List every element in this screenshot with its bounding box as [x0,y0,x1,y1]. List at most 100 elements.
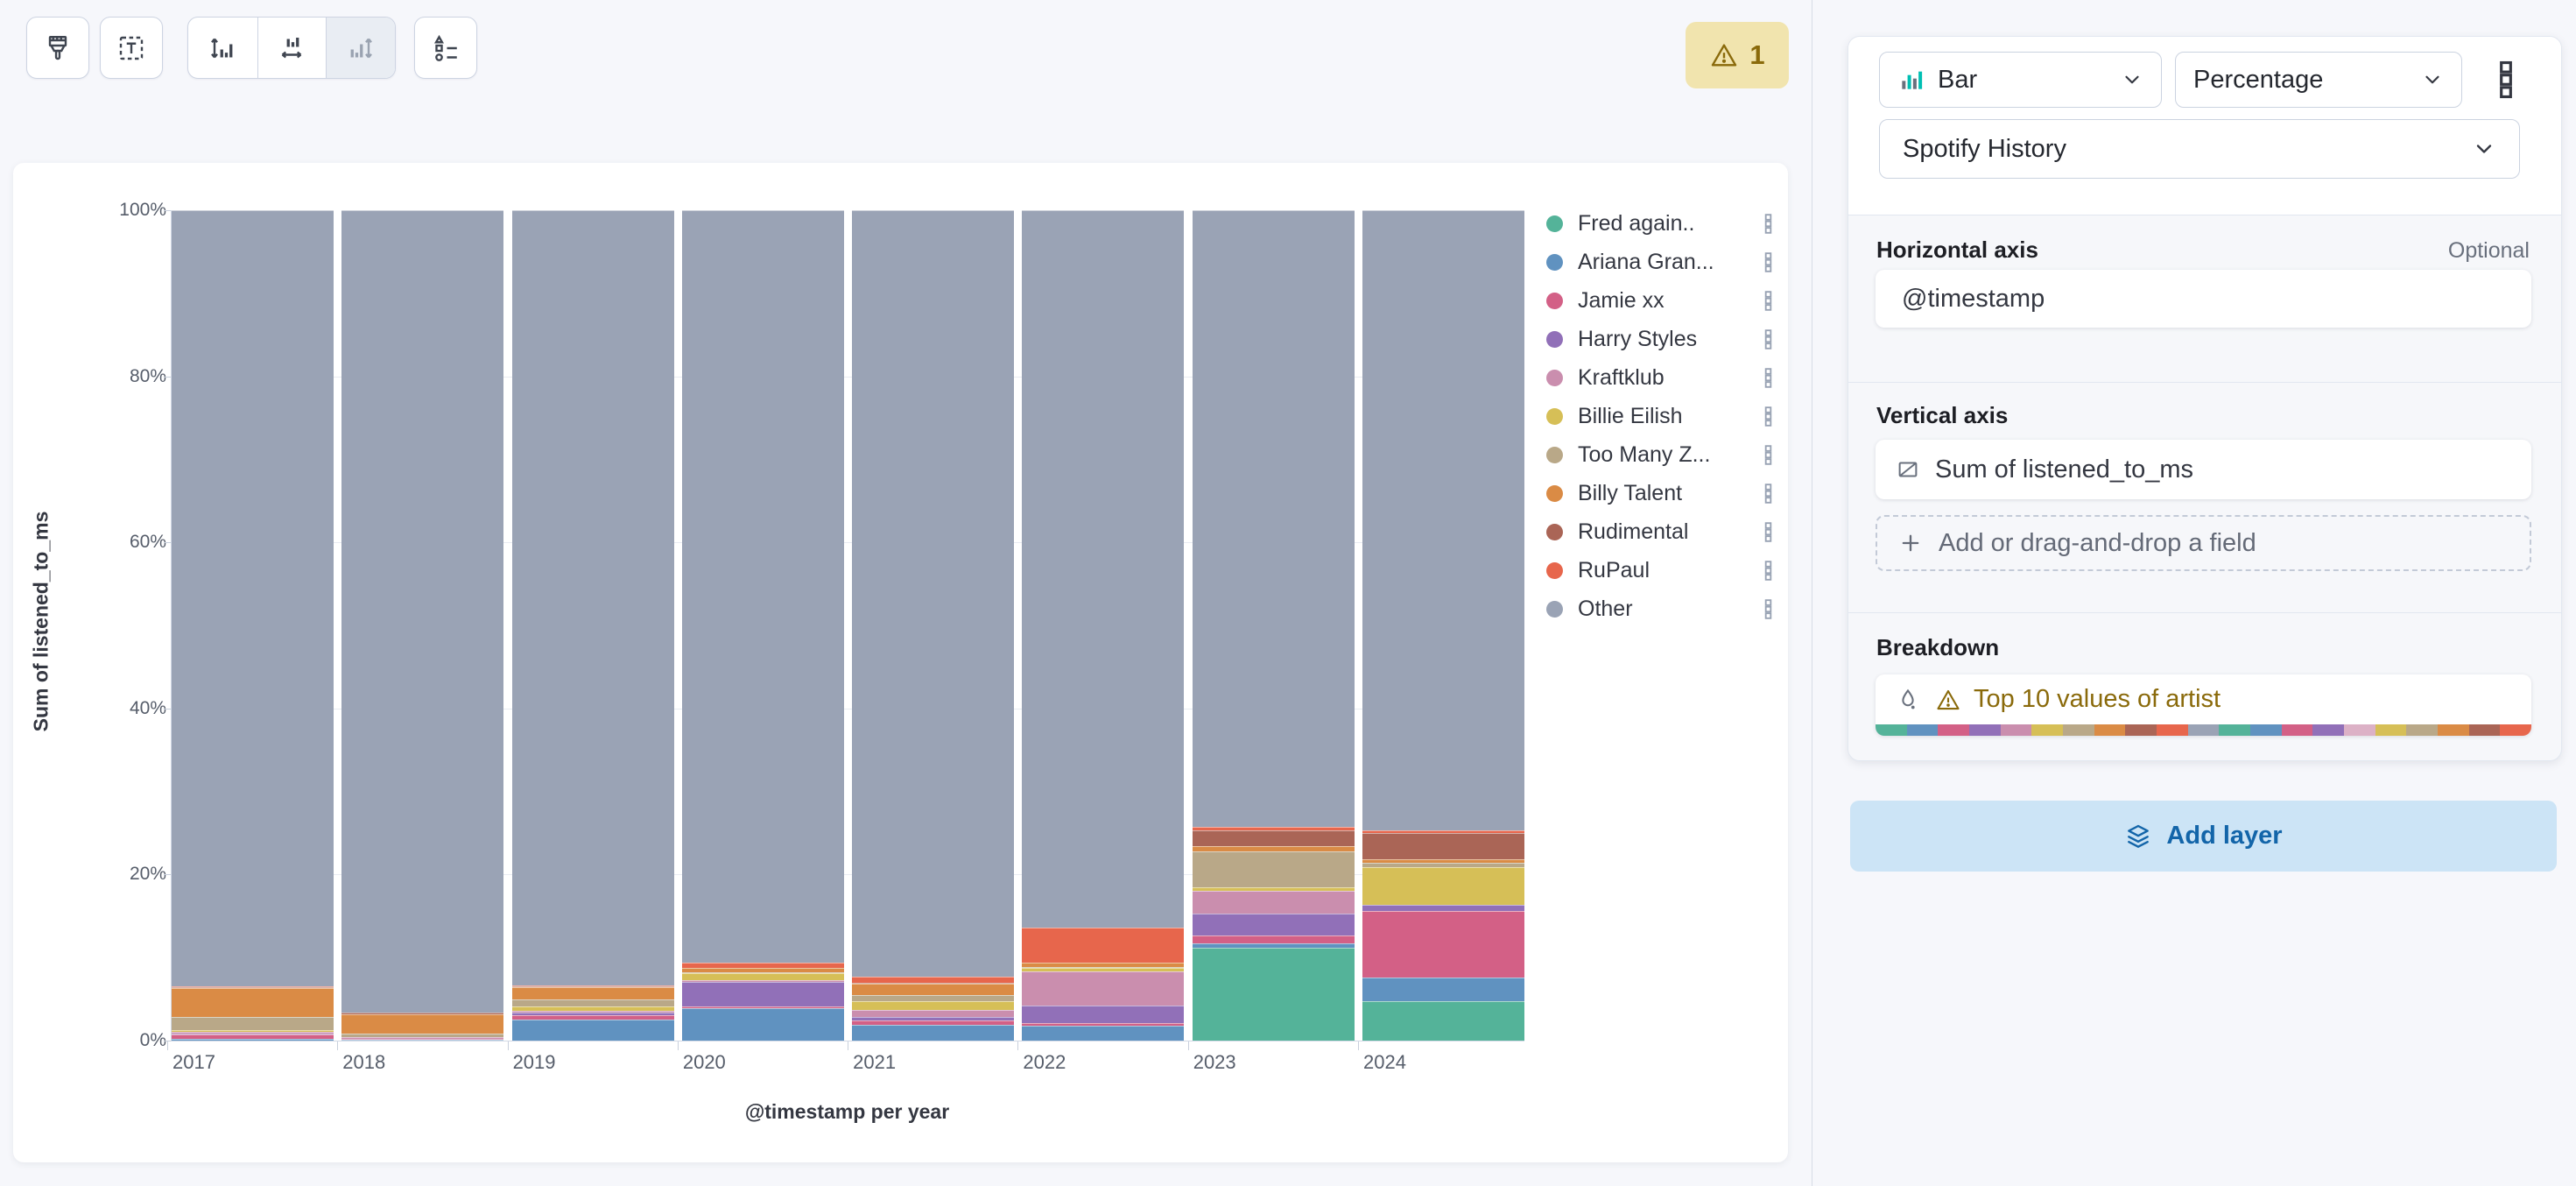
data-view-selector[interactable]: Spotify History [1879,119,2520,179]
legend-item-label: Other [1578,597,1762,622]
bar-segment-rudimental[interactable] [1362,833,1524,859]
bar-segment-rudimental[interactable] [1193,830,1355,846]
legend-item-actions-button[interactable] [1762,328,1775,351]
legend-item-fred-again-[interactable]: Fred again.. [1541,204,1782,243]
palette-strip-color [2469,724,2501,736]
bar-segment-fred-again-[interactable] [1193,948,1355,1041]
legend-item-actions-button[interactable] [1762,520,1775,544]
legend-color-dot [1546,215,1563,232]
bar-segment-billy-talent[interactable] [172,988,334,1017]
legend-item-actions-button[interactable] [1762,405,1775,428]
bar-segment-kraftklub[interactable] [1022,971,1184,1006]
legend-item-actions-button[interactable] [1762,597,1775,621]
boxes-vertical-icon [1762,405,1775,428]
bar-segment-harry-styles[interactable] [1362,905,1524,912]
bar-segment-other[interactable] [1022,210,1184,928]
bar-segment-other[interactable] [852,210,1014,977]
bar-segment-other[interactable] [1193,210,1355,827]
y-tick-mark [164,210,171,211]
bar-segment-too-many-z-[interactable] [512,999,674,1007]
y-axis-title: Sum of listened_to_ms [30,420,53,823]
layers-icon [2124,822,2152,851]
add-layer-button[interactable]: Add layer [1850,801,2557,872]
legend-item-other[interactable]: Other [1541,589,1782,628]
bar-segment-ariana-gran-[interactable] [1362,978,1524,1001]
bar-segment-harry-styles[interactable] [682,982,844,1006]
bar-segment-other[interactable] [512,210,674,985]
palette-strip-color [2063,724,2094,736]
bar-segment-billie-eilish[interactable] [852,1001,1014,1009]
bar-segment-harry-styles[interactable] [1022,1006,1184,1023]
bar-segment-ariana-gran-[interactable] [341,1040,503,1041]
legend-color-dot [1546,293,1563,309]
bar-segment-jamie-xx[interactable] [1362,911,1524,978]
bar-segment-ariana-gran-[interactable] [1022,1026,1184,1041]
bar-segment-kraftklub[interactable] [852,1010,1014,1018]
bar-segment-other[interactable] [172,210,334,986]
left-axis-icon [207,32,238,64]
bar-segment-ariana-gran-[interactable] [852,1025,1014,1041]
x-tick-label: 2024 [1363,1051,1406,1074]
stack-mode-selector[interactable]: Percentage [2175,52,2462,108]
horizontal-axis-dimension[interactable]: @timestamp [1876,270,2531,328]
legend-item-actions-button[interactable] [1762,289,1775,313]
bar-segment-other[interactable] [341,210,503,1013]
legend-item-too-many-z-[interactable]: Too Many Z... [1541,435,1782,474]
bar-segment-billie-eilish[interactable] [1362,867,1524,905]
bar-segment-billy-talent[interactable] [512,987,674,999]
bar-segment-ariana-gran-[interactable] [172,1039,334,1041]
bar-segment-ariana-gran-[interactable] [512,1020,674,1041]
legend-item-label: Billie Eilish [1578,404,1762,429]
bar-segment-rupaul[interactable] [852,977,1014,983]
vertical-axis-dimension[interactable]: Sum of listened_to_ms [1876,440,2531,499]
labels-button[interactable] [100,17,163,79]
bar-segment-other[interactable] [682,210,844,963]
vertical-axis-field: Sum of listened_to_ms [1935,455,2193,484]
legend-item-actions-button[interactable] [1762,559,1775,582]
legend-item-actions-button[interactable] [1762,443,1775,467]
legend-item-actions-button[interactable] [1762,482,1775,505]
palette-strip-color [2001,724,2032,736]
horizontal-axis-heading: Horizontal axis [1876,236,2038,264]
layer-actions-button[interactable] [2493,60,2519,104]
y-tick-label: 80% [96,366,166,387]
legend-item-rudimental[interactable]: Rudimental [1541,512,1782,551]
legend-item-rupaul[interactable]: RuPaul [1541,551,1782,589]
legend-item-harry-styles[interactable]: Harry Styles [1541,320,1782,358]
bottom-axis-button[interactable] [257,18,327,78]
legend-item-ariana-gran-[interactable]: Ariana Gran... [1541,243,1782,281]
bar-segment-kraftklub[interactable] [1193,891,1355,914]
bar-segment-billy-talent[interactable] [852,984,1014,995]
visual-options-button[interactable] [26,17,89,79]
legend-item-label: Too Many Z... [1578,442,1762,468]
legend-item-billie-eilish[interactable]: Billie Eilish [1541,397,1782,435]
legend-item-actions-button[interactable] [1762,366,1775,390]
legend-item-actions-button[interactable] [1762,212,1775,236]
add-field-drop-target[interactable]: Add or drag-and-drop a field [1876,515,2531,571]
legend-item-kraftklub[interactable]: Kraftklub [1541,358,1782,397]
y-tick-label: 40% [96,698,166,719]
bar-segment-jamie-xx[interactable] [1193,935,1355,943]
bar-segment-too-many-z-[interactable] [172,1017,334,1029]
palette-strip-color [2250,724,2282,736]
chart-type-selector[interactable]: Bar [1879,52,2162,108]
bar-segment-harry-styles[interactable] [1193,914,1355,935]
legend-item-jamie-xx[interactable]: Jamie xx [1541,281,1782,320]
bar-segment-ariana-gran-[interactable] [682,1008,844,1041]
bar-segment-billy-talent[interactable] [341,1014,503,1034]
bar-segment-fred-again-[interactable] [1362,1001,1524,1041]
bar-segment-rupaul[interactable] [1022,928,1184,963]
chart-warning-badge[interactable]: 1 [1686,22,1789,88]
breakdown-dimension[interactable]: Top 10 values of artist [1876,674,2531,736]
bar-segment-other[interactable] [1362,210,1524,830]
chevron-down-icon [2121,68,2143,91]
legend-settings-button[interactable] [414,17,477,79]
right-axis-button[interactable] [326,18,395,78]
bar-segment-billie-eilish[interactable] [682,973,844,980]
warning-triangle-icon [1709,40,1739,70]
bar-segment-too-many-z-[interactable] [1193,851,1355,887]
legend-item-actions-button[interactable] [1762,251,1775,274]
left-axis-button[interactable] [188,18,257,78]
legend-item-billy-talent[interactable]: Billy Talent [1541,474,1782,512]
bar-segment-too-many-z-[interactable] [852,995,1014,1002]
